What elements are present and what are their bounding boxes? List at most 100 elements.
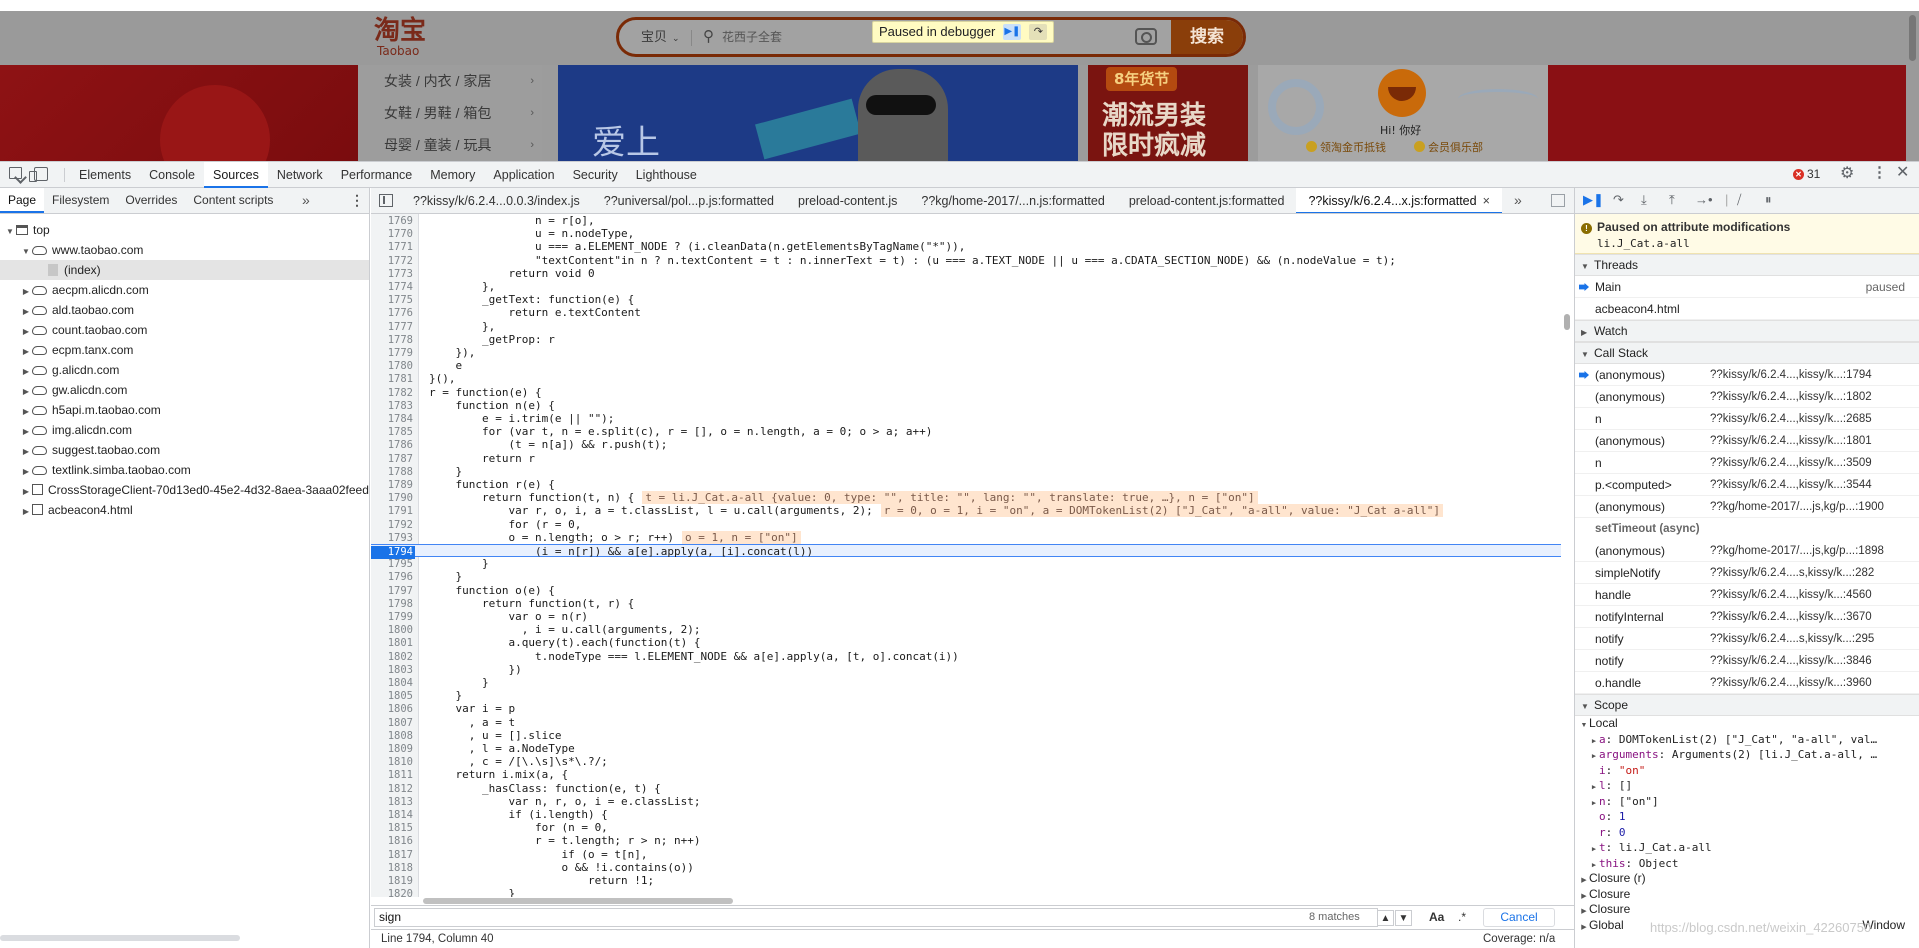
closure-scope-header[interactable]: ▶ Closure [1575,902,1919,918]
call-frame-location[interactable]: ??kissy/k/6.2.4...,kissy/k...:4560 [1710,584,1872,606]
code-line[interactable]: 1781}(), [371,372,1561,385]
tree-node[interactable]: ▶ acbeacon4.html [0,500,369,522]
code-line[interactable]: 1813 var n, r, o, i = e.classList; [371,795,1561,808]
category-item[interactable]: 女鞋 / 男鞋 / 箱包 › [358,97,542,129]
code-line[interactable]: 1803 }) [371,663,1561,676]
search-category-select[interactable]: 宝贝 ⌄ [641,20,680,54]
find-input[interactable]: sign [374,908,1378,927]
code-line[interactable]: 1779 }), [371,346,1561,359]
code-line[interactable]: 1788 } [371,465,1561,478]
code-line[interactable]: 1812 _hasClass: function(e, t) { [371,782,1561,795]
code-line[interactable]: 1799 var o = n(r) [371,610,1561,623]
code-line[interactable]: 1811 return i.mix(a, { [371,768,1561,781]
category-item[interactable]: 母婴 / 童装 / 玩具 › [358,129,542,161]
tree-node[interactable]: ▶ h5api.m.taobao.com [0,400,369,422]
code-line[interactable]: 1817 if (o = t[n], [371,848,1561,861]
tree-node[interactable]: ▶ aecpm.alicdn.com [0,280,369,302]
code-line[interactable]: 1777 }, [371,320,1561,333]
tree-node[interactable]: ▶ ald.taobao.com [0,300,369,322]
code-line[interactable]: 1782 r = function(e) { [371,386,1561,399]
file-tab[interactable]: preload-content.js:formatted [1117,188,1297,213]
settings-gear-icon[interactable]: ⚙ [1840,166,1854,182]
scope-variable[interactable]: ▶ a: DOMTokenList(2) ["J_Cat", "a-all", v… [1575,732,1919,748]
scrollbar-thumb[interactable] [423,898,733,904]
local-scope-header[interactable]: ▼ Local [1575,716,1919,732]
code-line[interactable]: 1819 return !1; [371,874,1561,887]
code-line[interactable]: 1775 _getText: function(e) { [371,293,1561,306]
triangle-right-icon[interactable]: ▶ [20,342,32,362]
toggle-navigator-icon[interactable] [379,194,393,207]
code-view[interactable]: 1769 n = r[o], 1770 u = n.nodeType, 1771 u… [371,214,1574,897]
call-frame-location[interactable]: ??kg/home-2017/....js,kg/p...:1898 [1710,540,1884,562]
member-club-link[interactable]: 会员俱乐部 [1414,139,1483,155]
call-frame-location[interactable]: ??kissy/k/6.2.4...,kissy/k...:3846 [1710,650,1872,672]
thread-item[interactable]: acbeacon4.html [1575,298,1919,320]
code-line[interactable]: 1801 a.query(t).each(function(t) { [371,636,1561,649]
code-line[interactable]: 1804 } [371,676,1561,689]
call-frame-location[interactable]: ??kissy/k/6.2.4...,kissy/k...:3544 [1710,474,1872,496]
inspect-element-icon[interactable] [9,167,22,179]
step-icon[interactable]: →• [1695,192,1713,208]
code-line[interactable]: 1815 for (n = 0, [371,821,1561,834]
triangle-right-icon[interactable]: ▶ [20,302,32,322]
triangle-right-icon[interactable]: ▶ [20,402,32,422]
call-frame[interactable]: notify ??kissy/k/6.2.4...,kissy/k...:3846 [1575,650,1919,672]
scope-variable[interactable]: ▶ l: [] [1575,778,1919,794]
search-input[interactable]: 花西子全套 [722,20,782,54]
file-tab[interactable]: ??kissy/k/6.2.4...x.js:formatted × [1296,188,1502,213]
previous-match-icon[interactable]: ▲ [1377,910,1394,926]
call-frame[interactable]: p.<computed> ??kissy/k/6.2.4...,kissy/k..… [1575,474,1919,496]
scope-variable[interactable]: ▶ n: ["on"] [1575,794,1919,810]
resume-icon[interactable]: ▶❚ [1003,24,1022,40]
code-line[interactable]: 1773 return void 0 [371,267,1561,280]
tree-node[interactable]: ▼ top [0,220,369,242]
call-frame[interactable]: (anonymous) ??kissy/k/6.2.4...,kissy/k...… [1575,364,1919,386]
code-line[interactable]: 1778 _getProp: r [371,333,1561,346]
code-line[interactable]: 1771 u === a.ELEMENT_NODE ? (i.cleanData… [371,240,1561,253]
code-line[interactable]: 1770 u = n.nodeType, [371,227,1561,240]
call-frame-location[interactable]: ??kissy/k/6.2.4...,kissy/k...:3960 [1710,672,1872,694]
code-line[interactable]: 1789 function r(e) { [371,478,1561,491]
call-frame-location[interactable]: ??kissy/k/6.2.4...,kissy/k...:1801 [1710,430,1872,452]
call-frame[interactable]: notifyInternal ??kissy/k/6.2.4...,kissy/k… [1575,606,1919,628]
closure-scope-header[interactable]: ▶ Closure [1575,887,1919,903]
thread-item[interactable]: Main paused [1575,276,1919,298]
file-tab[interactable]: ??kissy/k/6.2.4...0.0.3/index.js [401,188,592,213]
regex-toggle[interactable]: .* [1458,910,1466,924]
call-frame-location[interactable]: ??kissy/k/6.2.4...,kissy/k...:1794 [1710,364,1872,386]
code-line[interactable]: 1796 } [371,570,1561,583]
call-frame-location[interactable]: ??kissy/k/6.2.4....s,kissy/k...:295 [1710,628,1874,650]
pause-on-exceptions-icon[interactable]: ⏸ [1765,192,1772,208]
tree-node[interactable]: ▶ suggest.taobao.com [0,440,369,460]
call-frame[interactable]: notify ??kissy/k/6.2.4....s,kissy/k...:29… [1575,628,1919,650]
code-line[interactable]: 1818 o && !i.contains(o)) [371,861,1561,874]
triangle-right-icon[interactable]: ▶ [20,502,32,522]
tab-lighthouse[interactable]: Lighthouse [627,162,706,188]
page-scrollbar[interactable] [1906,11,1919,161]
tree-node[interactable]: (index) [0,260,369,280]
triangle-right-icon[interactable]: ▶ [20,482,32,502]
tab-performance[interactable]: Performance [332,162,422,188]
code-line[interactable]: 1809 , l = a.NodeType [371,742,1561,755]
scope-variable[interactable]: i: "on" [1575,763,1919,779]
call-frame[interactable]: n ??kissy/k/6.2.4...,kissy/k...:2685 [1575,408,1919,430]
device-toolbar-icon[interactable] [29,167,48,182]
triangle-down-icon[interactable]: ▼ [4,222,16,242]
more-file-tabs-icon[interactable]: » [1514,188,1522,212]
nav-tab-page[interactable]: Page [0,188,45,213]
tab-memory[interactable]: Memory [421,162,484,188]
scope-section-header[interactable]: ▼ Scope [1575,694,1919,716]
tree-node[interactable]: ▶ img.alicdn.com [0,420,369,440]
code-line[interactable]: 1810 , c = /[\.\s]\s*\.?/; [371,755,1561,768]
triangle-right-icon[interactable]: ▶ [20,282,32,302]
code-line[interactable]: 1797 function o(e) { [371,584,1561,597]
editor-vertical-scrollbar[interactable] [1561,214,1574,897]
call-frame-location[interactable]: ??kissy/k/6.2.4...,kissy/k...:2685 [1710,408,1872,430]
code-line[interactable]: 1816 r = t.length; r > n; n++) [371,834,1561,847]
tab-application[interactable]: Application [484,162,563,188]
triangle-right-icon[interactable]: ▶ [20,362,32,382]
tree-node[interactable]: ▶ CrossStorageClient-70d13ed0-45e2-4d32-8… [0,480,369,502]
file-tab[interactable]: ??universal/pol...p.js:formatted [592,188,786,213]
call-frame[interactable]: (anonymous) ??kissy/k/6.2.4...,kissy/k...… [1575,386,1919,408]
code-line[interactable]: 1802 t.nodeType === l.ELEMENT_NODE && a[… [371,650,1561,663]
